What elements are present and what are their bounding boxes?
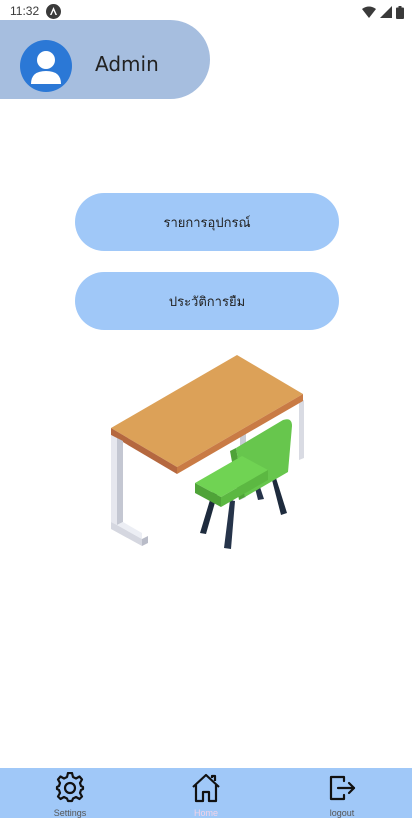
- wifi-icon: [362, 6, 376, 18]
- nav-label-logout: logout: [329, 808, 355, 818]
- nav-item-logout[interactable]: logout: [302, 768, 382, 818]
- profile-name: Admin: [95, 52, 159, 76]
- borrow-history-button[interactable]: ประวัติการยืม: [75, 272, 339, 330]
- nav-label-home: Home: [193, 808, 218, 818]
- status-icons: [362, 5, 404, 19]
- app-notification-icon: [46, 4, 61, 19]
- gear-icon: [55, 772, 85, 803]
- signal-icon: [380, 6, 392, 18]
- nav-item-settings[interactable]: Settings: [30, 768, 110, 818]
- nav-item-home[interactable]: Home: [166, 768, 246, 818]
- bottom-nav: Settings Home logout: [0, 768, 412, 818]
- desk-chair-illustration: [111, 355, 304, 549]
- user-icon: [31, 51, 61, 84]
- avatar[interactable]: [20, 40, 72, 92]
- equipment-list-button[interactable]: รายการอุปกรณ์: [75, 193, 339, 251]
- status-time: 11:32: [10, 4, 40, 18]
- nav-label-settings: Settings: [53, 808, 87, 818]
- logout-icon: [329, 775, 356, 801]
- home-icon: [192, 773, 220, 803]
- battery-icon: [396, 5, 404, 19]
